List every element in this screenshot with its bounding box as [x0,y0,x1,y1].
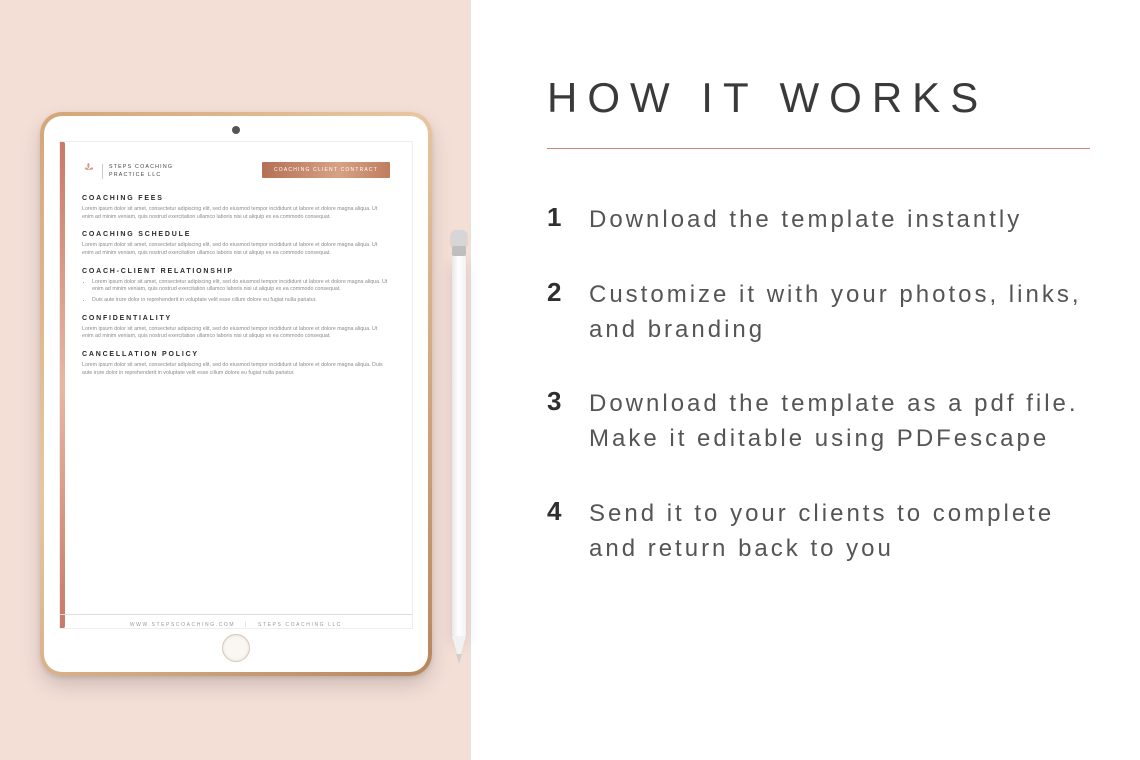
step-text: Download the template instantly [589,203,1022,238]
step-item: 1 Download the template instantly [547,203,1090,238]
section-relationship: COACH-CLIENT RELATIONSHIP Lorem ipsum do… [82,268,390,305]
bullet: Lorem ipsum dolor sit amet, consectetur … [92,279,390,294]
section-schedule: COACHING SCHEDULE Lorem ipsum dolor sit … [82,231,390,257]
brand-line1: STEPS COACHING [109,164,173,171]
leaf-icon [82,162,96,181]
tablet-mockup: STEPS COACHING PRACTICE LLC COACHING CLI… [40,112,432,676]
brand: STEPS COACHING PRACTICE LLC [82,162,173,181]
step-number: 3 [547,387,567,416]
home-button-icon [222,634,250,662]
section-body: Lorem ipsum dolor sit amet, consectetur … [82,242,390,257]
header-ribbon: COACHING CLIENT CONTRACT [262,162,390,178]
camera-dot [232,126,240,134]
steps-list: 1 Download the template instantly 2 Cust… [547,203,1090,567]
section-body: Lorem ipsum dolor sit amet, consectetur … [82,326,390,341]
section-confidentiality: CONFIDENTIALITY Lorem ipsum dolor sit am… [82,315,390,341]
step-number: 4 [547,497,567,526]
section-bullets: Lorem ipsum dolor sit amet, consectetur … [82,279,390,305]
title-rule [547,148,1090,149]
step-text: Customize it with your photos, links, an… [589,278,1090,348]
promo-graphic: STEPS COACHING PRACTICE LLC COACHING CLI… [0,0,1140,760]
section-fees: COACHING FEES Lorem ipsum dolor sit amet… [82,195,390,221]
step-item: 4 Send it to your clients to complete an… [547,497,1090,567]
stylus-pencil [448,230,470,684]
step-number: 1 [547,203,567,232]
left-panel: STEPS COACHING PRACTICE LLC COACHING CLI… [0,0,470,760]
tablet-screen: STEPS COACHING PRACTICE LLC COACHING CLI… [44,116,428,672]
page-header: STEPS COACHING PRACTICE LLC COACHING CLI… [82,162,390,181]
step-text: Download the template as a pdf file. Mak… [589,387,1090,457]
step-text: Send it to your clients to complete and … [589,497,1090,567]
section-heading: COACH-CLIENT RELATIONSHIP [82,268,390,275]
section-heading: COACHING SCHEDULE [82,231,390,238]
footer-divider: | [245,622,248,628]
right-panel: HOW IT WORKS 1 Download the template ins… [470,0,1140,760]
bullet: Duis aute irure dolor in reprehenderit i… [92,297,390,305]
step-item: 2 Customize it with your photos, links, … [547,278,1090,348]
section-heading: CANCELLATION POLICY [82,351,390,358]
page-title: HOW IT WORKS [547,74,1090,122]
footer-url: WWW.STEPSCOACHING.COM [130,622,235,628]
section-body: Lorem ipsum dolor sit amet, consectetur … [82,362,390,377]
step-number: 2 [547,278,567,307]
brand-text: STEPS COACHING PRACTICE LLC [102,164,173,178]
page-footer: WWW.STEPSCOACHING.COM | STEPS COACHING L… [60,614,412,628]
section-cancellation: CANCELLATION POLICY Lorem ipsum dolor si… [82,351,390,377]
document-page: STEPS COACHING PRACTICE LLC COACHING CLI… [60,142,412,628]
step-item: 3 Download the template as a pdf file. M… [547,387,1090,457]
accent-bar [60,142,65,628]
section-heading: CONFIDENTIALITY [82,315,390,322]
section-body: Lorem ipsum dolor sit amet, consectetur … [82,206,390,221]
footer-company: STEPS COACHING LLC [258,622,342,628]
brand-line2: PRACTICE LLC [109,172,173,179]
section-heading: COACHING FEES [82,195,390,202]
